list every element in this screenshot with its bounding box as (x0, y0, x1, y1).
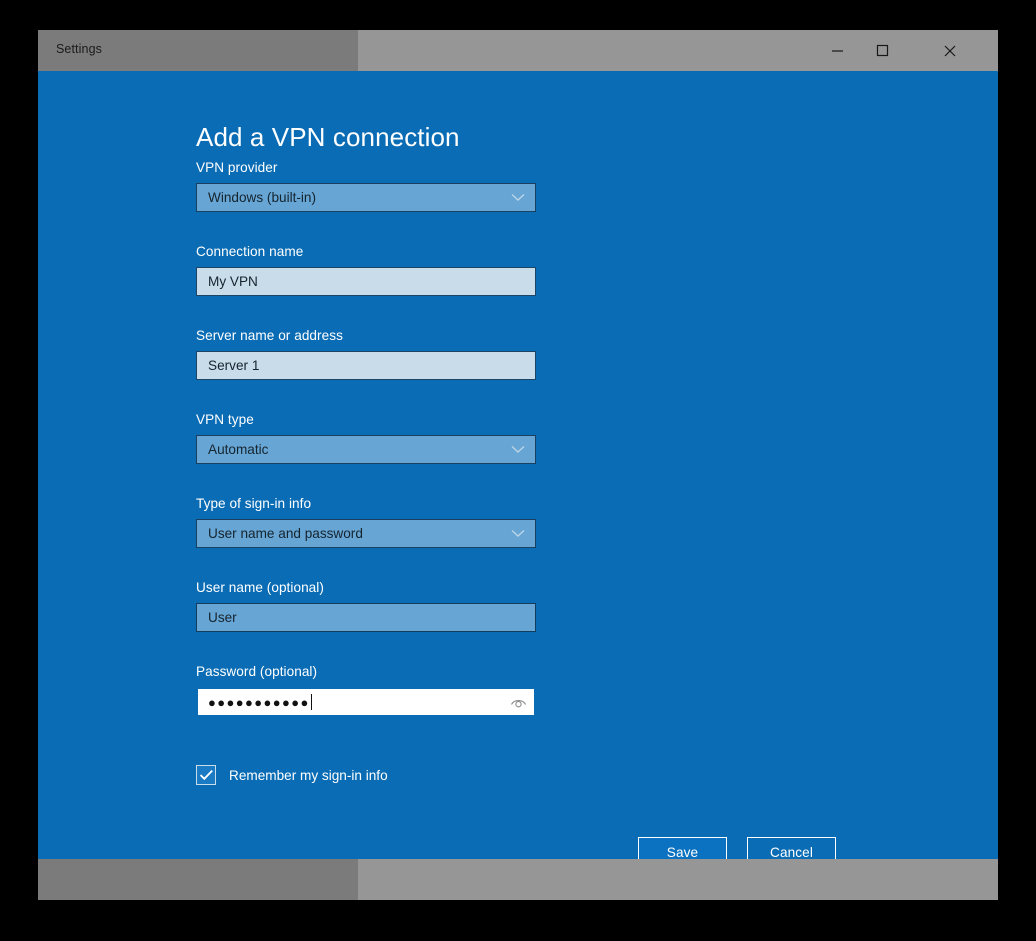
window-bottom-bar (38, 859, 998, 900)
chevron-down-icon (509, 184, 527, 211)
field-vpn-provider: VPN provider Windows (built-in) (196, 160, 538, 212)
password-input[interactable]: ●●●●●●●●●●● (196, 687, 536, 717)
minimize-icon (831, 44, 844, 57)
server-name-value: Server 1 (197, 358, 259, 373)
server-name-input[interactable]: Server 1 (196, 351, 536, 380)
reveal-password-button[interactable] (506, 689, 530, 715)
settings-content: Add a VPN connection VPN provider Window… (38, 71, 998, 859)
field-label: Password (optional) (196, 664, 538, 679)
window-titlebar[interactable]: Settings (38, 30, 998, 71)
maximize-button[interactable] (860, 30, 905, 71)
field-label: User name (optional) (196, 580, 538, 595)
maximize-icon (876, 44, 889, 57)
connection-name-value: My VPN (197, 274, 258, 289)
field-signin-type: Type of sign-in info User name and passw… (196, 496, 538, 548)
minimize-button[interactable] (815, 30, 860, 71)
text-cursor (311, 694, 312, 710)
window-title: Settings (56, 42, 102, 56)
checkbox-box (196, 765, 216, 785)
field-server-name: Server name or address Server 1 (196, 328, 538, 380)
connection-name-input[interactable]: My VPN (196, 267, 536, 296)
vpn-type-value: Automatic (197, 442, 268, 457)
field-label: Connection name (196, 244, 538, 259)
page-title: Add a VPN connection (196, 122, 460, 153)
field-label: VPN type (196, 412, 538, 427)
checkbox-label: Remember my sign-in info (229, 768, 388, 783)
remember-signin-checkbox[interactable]: Remember my sign-in info (196, 765, 388, 785)
chevron-down-icon (509, 436, 527, 463)
close-icon (943, 44, 957, 58)
field-user-name: User name (optional) User (196, 580, 538, 632)
user-name-value: User (197, 610, 237, 625)
field-vpn-type: VPN type Automatic (196, 412, 538, 464)
checkmark-icon (199, 769, 214, 781)
close-button[interactable] (927, 30, 972, 71)
field-label: VPN provider (196, 160, 538, 175)
settings-window: Settings Add a VPN connection VPN provid… (38, 30, 998, 900)
chevron-down-icon (509, 520, 527, 547)
user-name-input[interactable]: User (196, 603, 536, 632)
field-label: Type of sign-in info (196, 496, 538, 511)
vpn-provider-combobox[interactable]: Windows (built-in) (196, 183, 536, 212)
field-password: Password (optional) ●●●●●●●●●●● (196, 664, 538, 717)
field-label: Server name or address (196, 328, 538, 343)
eye-icon (510, 696, 527, 709)
signin-type-value: User name and password (197, 526, 363, 541)
bottom-bar-left-region (38, 859, 358, 900)
vpn-type-combobox[interactable]: Automatic (196, 435, 536, 464)
password-value: ●●●●●●●●●●● (198, 695, 310, 710)
signin-type-combobox[interactable]: User name and password (196, 519, 536, 548)
vpn-provider-value: Windows (built-in) (197, 190, 316, 205)
field-connection-name: Connection name My VPN (196, 244, 538, 296)
